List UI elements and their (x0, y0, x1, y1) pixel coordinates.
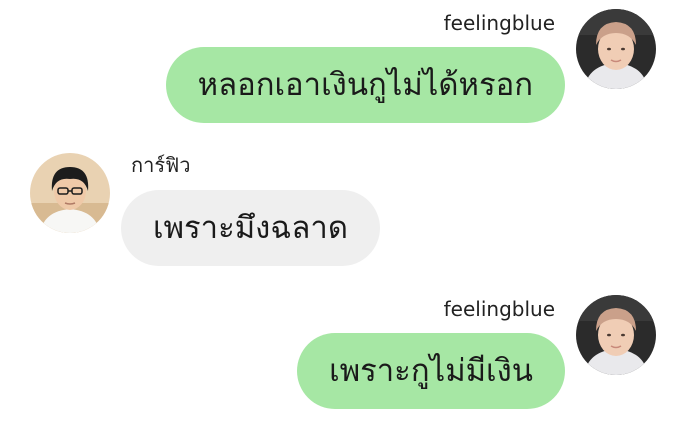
sender-name: feelingblue (443, 11, 555, 35)
avatar-friend[interactable] (30, 153, 110, 233)
user-avatar-feelingblue-icon (576, 295, 656, 375)
message-bubble[interactable]: เพราะมึงฉลาด (121, 190, 380, 266)
message-outgoing-2: feelingblue เพราะกูไม่มีเงิน (0, 286, 686, 416)
user-avatar-friend-icon (30, 153, 110, 233)
user-avatar-feelingblue-icon (576, 9, 656, 89)
sender-name: feelingblue (443, 297, 555, 321)
message-incoming-1: การ์ฟิว เพราะมึงฉลาด (0, 145, 686, 275)
avatar-feelingblue[interactable] (576, 295, 656, 375)
message-bubble[interactable]: หลอกเอาเงินกูไม่ได้หรอก (165, 47, 565, 123)
message-bubble[interactable]: เพราะกูไม่มีเงิน (297, 333, 565, 409)
sender-name: การ์ฟิว (131, 153, 191, 177)
message-outgoing-1: feelingblue หลอกเอาเงินกูไม่ได้หรอก (0, 0, 686, 130)
avatar-feelingblue[interactable] (576, 9, 656, 89)
